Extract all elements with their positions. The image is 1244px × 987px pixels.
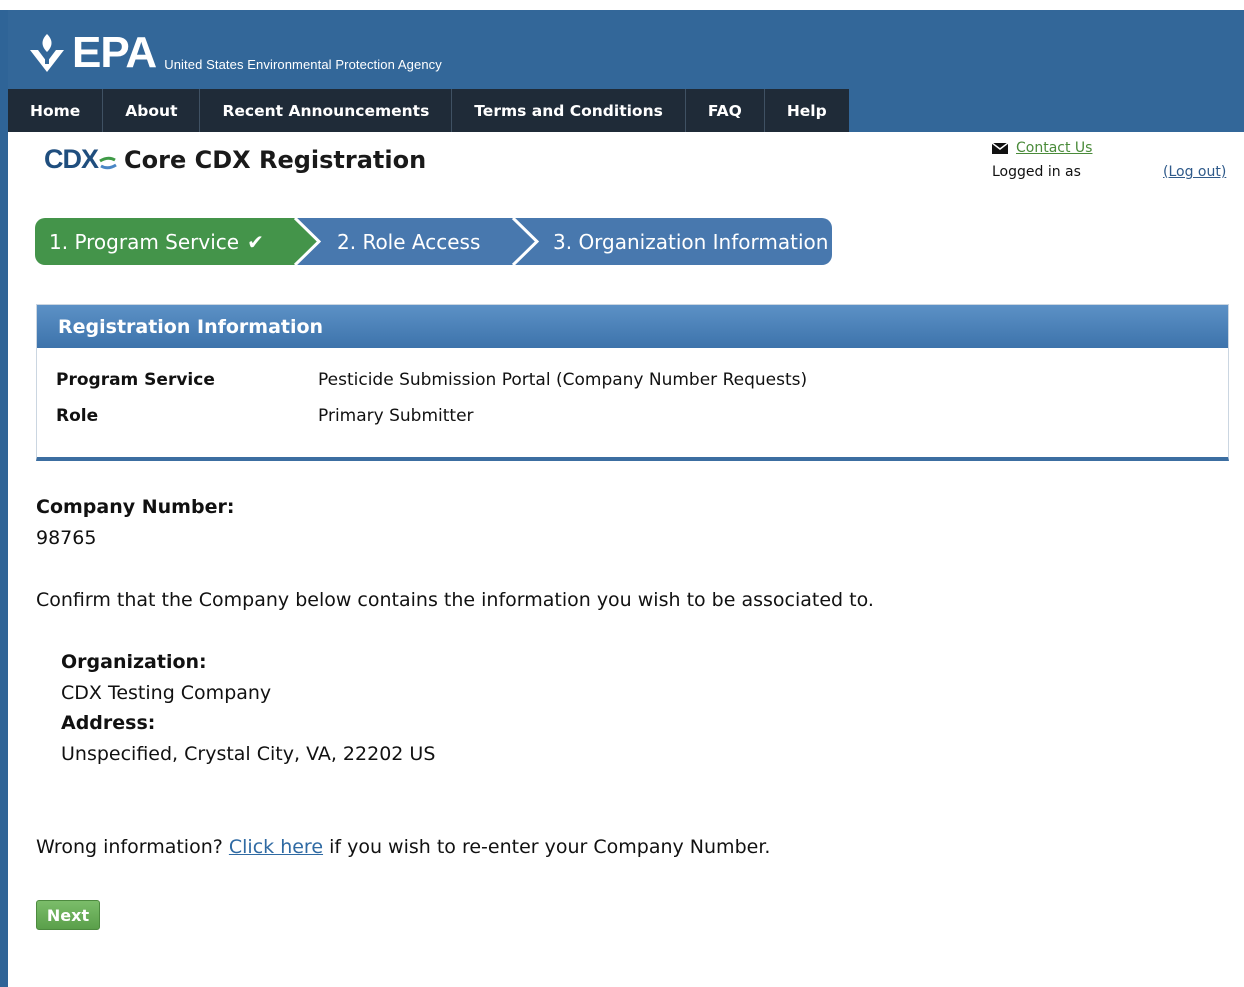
nav-help[interactable]: Help xyxy=(765,89,849,132)
cdx-logo: CDX xyxy=(44,144,117,175)
confirm-text: Confirm that the Company below contains … xyxy=(36,589,874,611)
program-service-value: Pesticide Submission Portal (Company Num… xyxy=(318,370,808,390)
step-divider-2 xyxy=(509,218,539,265)
nav-faq[interactable]: FAQ xyxy=(686,89,765,132)
wrong-info-prefix: Wrong information? xyxy=(36,836,223,858)
step-3-label: 3. Organization Information xyxy=(553,229,829,254)
nav-terms-and-conditions[interactable]: Terms and Conditions xyxy=(452,89,686,132)
registration-panel: Registration Information Program Service… xyxy=(36,304,1229,461)
click-here-link[interactable]: Click here xyxy=(229,836,323,858)
company-number-label: Company Number: xyxy=(36,496,235,518)
progress-steps: 1. Program Service ✔ 2. Role Access 3. O… xyxy=(35,218,832,265)
step-role-access[interactable]: 2. Role Access xyxy=(293,218,511,265)
envelope-icon xyxy=(992,142,1008,154)
agency-name: United States Environmental Protection A… xyxy=(164,57,442,72)
page-title: CDX Core CDX Registration xyxy=(44,144,426,175)
address-value: Unspecified, Crystal City, VA, 22202 US xyxy=(61,743,436,765)
organization-value: CDX Testing Company xyxy=(61,682,272,704)
epa-logo[interactable]: EPA United States Environmental Protecti… xyxy=(28,28,442,77)
step-divider-1 xyxy=(291,218,321,265)
registration-heading: Registration Information xyxy=(37,305,1228,348)
checkmark-icon: ✔ xyxy=(247,229,264,254)
cdx-arrows-icon xyxy=(99,156,117,169)
role-row: Role Primary Submitter xyxy=(56,406,474,426)
role-value: Primary Submitter xyxy=(318,406,474,426)
main-nav: Home About Recent Announcements Terms an… xyxy=(8,89,849,132)
epa-seal-icon xyxy=(30,34,64,72)
organization-label: Organization: xyxy=(61,651,207,673)
company-number-value: 98765 xyxy=(36,527,97,549)
left-border xyxy=(0,10,8,987)
wrong-information-text: Wrong information? Click here if you wis… xyxy=(36,836,770,858)
step-1-label: 1. Program Service xyxy=(49,229,240,254)
nav-recent-announcements[interactable]: Recent Announcements xyxy=(200,89,453,132)
contact-us-link[interactable]: Contact Us xyxy=(1016,140,1092,156)
program-service-row: Program Service Pesticide Submission Por… xyxy=(56,370,807,390)
step-organization-information[interactable]: 3. Organization Information xyxy=(511,218,832,265)
contact-us: Contact Us xyxy=(992,140,1092,156)
cdx-logo-text: CDX xyxy=(44,144,99,174)
step-program-service[interactable]: 1. Program Service ✔ xyxy=(35,218,293,265)
logout-link[interactable]: (Log out) xyxy=(1163,164,1226,180)
nav-about[interactable]: About xyxy=(103,89,201,132)
step-2-label: 2. Role Access xyxy=(337,229,481,254)
role-label: Role xyxy=(56,406,99,426)
logged-in-label: Logged in as xyxy=(992,164,1081,180)
app-title: Core CDX Registration xyxy=(124,145,427,174)
wrong-info-suffix: if you wish to re-enter your Company Num… xyxy=(329,836,771,858)
next-button[interactable]: Next xyxy=(36,900,100,930)
address-label: Address: xyxy=(61,712,156,734)
epa-wordmark: EPA xyxy=(72,28,157,77)
program-service-label: Program Service xyxy=(56,370,215,390)
nav-home[interactable]: Home xyxy=(8,89,104,132)
